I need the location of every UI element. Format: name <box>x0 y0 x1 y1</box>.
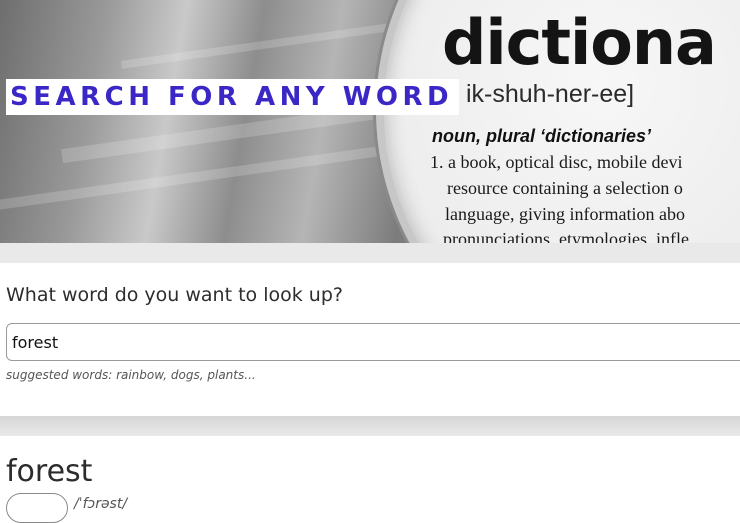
dictionary-definition-line: pronunciations, etymologies, infle <box>443 229 689 243</box>
page-title: SEARCH FOR ANY WORD <box>6 79 460 115</box>
hero-banner: dictiona ik-shuh-ner-ee] noun, plural ‘d… <box>0 0 740 243</box>
dictionary-headword: dictiona <box>442 6 717 79</box>
section-divider <box>0 243 740 263</box>
search-question: What word do you want to look up? <box>6 284 343 306</box>
section-divider <box>0 416 740 436</box>
dictionary-part-of-speech: noun, plural ‘dictionaries’ <box>432 126 652 146</box>
dictionary-definition-line: 1. a book, optical disc, mobile devi <box>430 152 683 172</box>
dictionary-definition-line: resource containing a selection o <box>447 178 683 198</box>
listen-button[interactable] <box>6 493 68 523</box>
background-streak <box>120 19 420 69</box>
result-word: forest <box>6 454 93 489</box>
dictionary-definition-line: language, giving information abo <box>445 204 685 224</box>
dictionary-pronunciation: ik-shuh-ner-ee] <box>466 80 635 108</box>
result-phonetic: /ˈfɔrəst/ <box>74 496 128 512</box>
search-input[interactable] <box>6 323 740 361</box>
suggested-words: suggested words: rainbow, dogs, plants..… <box>6 368 256 382</box>
